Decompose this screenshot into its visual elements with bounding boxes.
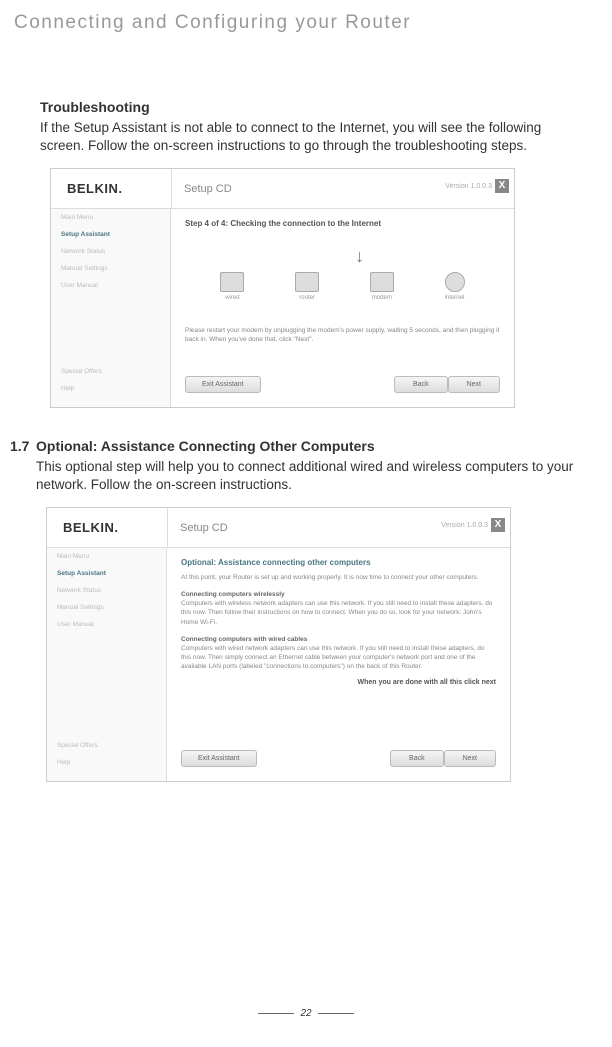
device-internet-label: internet bbox=[445, 295, 465, 301]
optional-title: Optional: Assistance connecting other co… bbox=[181, 558, 496, 567]
wireless-heading: Connecting computers wirelessly bbox=[181, 591, 285, 598]
next-button[interactable]: Next bbox=[444, 750, 496, 767]
sidebar-item-manual[interactable]: Manual Settings bbox=[51, 260, 170, 277]
wired-heading: Connecting computers with wired cables bbox=[181, 636, 307, 643]
device-router-label: router bbox=[299, 295, 315, 301]
back-button[interactable]: Back bbox=[390, 750, 444, 767]
sidebar-item-status[interactable]: Network Status bbox=[51, 243, 170, 260]
done-instruction: When you are done with all this click ne… bbox=[181, 679, 496, 686]
section-1-7-body: This optional step will help you to conn… bbox=[36, 458, 582, 493]
version-label: Version 1.0.0.3 bbox=[441, 522, 488, 529]
optional-screenshot: BELKIN. Setup CD Version 1.0.0.3 X Main … bbox=[46, 507, 511, 782]
exit-button[interactable]: Exit Assistant bbox=[185, 376, 261, 393]
section-1-7-title: Optional: Assistance Connecting Other Co… bbox=[36, 438, 582, 454]
sidebar-item-help[interactable]: Help bbox=[51, 380, 170, 397]
sidebar-item-offers[interactable]: Special Offers bbox=[47, 737, 166, 754]
sidebar-item-main[interactable]: Main Menu bbox=[51, 209, 170, 226]
device-modem-label: modem bbox=[372, 295, 392, 301]
belkin-logo: BELKIN. bbox=[47, 508, 167, 547]
section-1-7: 1.7 Optional: Assistance Connecting Othe… bbox=[28, 438, 582, 792]
sidebar: Main Menu Setup Assistant Network Status… bbox=[47, 548, 167, 781]
sidebar-item-manual[interactable]: Manual Settings bbox=[47, 599, 166, 616]
sidebar-item-offers[interactable]: Special Offers bbox=[51, 363, 170, 380]
troubleshooting-section: Troubleshooting If the Setup Assistant i… bbox=[28, 99, 582, 408]
router-icon bbox=[295, 272, 319, 292]
instruction-text: Please restart your modem by unplugging … bbox=[185, 327, 500, 344]
sidebar: Main Menu Setup Assistant Network Status… bbox=[51, 209, 171, 407]
sidebar-item-usermanual[interactable]: User Manual bbox=[47, 616, 166, 633]
sidebar-item-main[interactable]: Main Menu bbox=[47, 548, 166, 565]
sidebar-item-setup[interactable]: Setup Assistant bbox=[51, 226, 170, 243]
back-button[interactable]: Back bbox=[394, 376, 448, 393]
section-number: 1.7 bbox=[10, 438, 36, 454]
wireless-text: Computers with wireless network adapters… bbox=[181, 600, 492, 625]
sidebar-item-usermanual[interactable]: User Manual bbox=[51, 277, 170, 294]
sidebar-item-setup[interactable]: Setup Assistant bbox=[47, 565, 166, 582]
para-intro: At this point, your Router is set up and… bbox=[181, 573, 496, 582]
globe-icon bbox=[445, 272, 465, 292]
wired-text: Computers with wired network adapters ca… bbox=[181, 645, 485, 670]
close-icon[interactable]: X bbox=[495, 179, 509, 193]
computer-icon bbox=[220, 272, 244, 292]
modem-icon bbox=[370, 272, 394, 292]
page-number: 22 bbox=[294, 1008, 317, 1019]
page-header: Connecting and Configuring your Router bbox=[0, 0, 612, 34]
sidebar-item-help[interactable]: Help bbox=[47, 754, 166, 771]
troubleshooting-body: If the Setup Assistant is not able to co… bbox=[40, 119, 582, 154]
connection-diagram: ↓ wired router bbox=[185, 246, 500, 321]
exit-button[interactable]: Exit Assistant bbox=[181, 750, 257, 767]
arrow-down-icon: ↓ bbox=[355, 246, 364, 267]
troubleshooting-title: Troubleshooting bbox=[40, 99, 582, 115]
version-label: Version 1.0.0.3 bbox=[445, 183, 492, 190]
step-title: Step 4 of 4: Checking the connection to … bbox=[185, 219, 500, 228]
belkin-logo: BELKIN. bbox=[51, 169, 171, 208]
next-button[interactable]: Next bbox=[448, 376, 500, 393]
close-icon[interactable]: X bbox=[491, 518, 505, 532]
sidebar-item-status[interactable]: Network Status bbox=[47, 582, 166, 599]
setup-cd-title: Setup CD bbox=[172, 169, 232, 208]
troubleshooting-screenshot: BELKIN. Setup CD Version 1.0.0.3 X Main … bbox=[50, 168, 515, 408]
device-wired-label: wired bbox=[225, 295, 239, 301]
setup-cd-title: Setup CD bbox=[168, 508, 228, 547]
page-number-container: 22 bbox=[0, 1008, 612, 1019]
